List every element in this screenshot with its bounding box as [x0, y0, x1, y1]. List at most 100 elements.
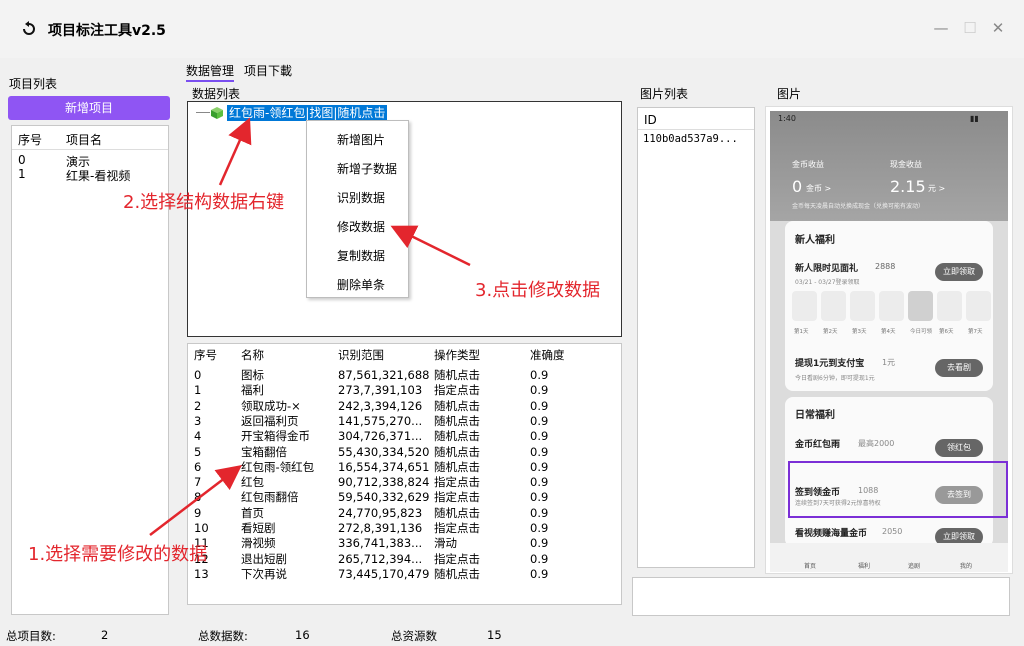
project-row-name[interactable]: 红果-看视频 [66, 167, 130, 184]
row-action[interactable]: 指定点击 [434, 475, 480, 490]
row-range[interactable]: 272,8,391,136 [338, 521, 422, 536]
row-range[interactable]: 55,430,334,520 [338, 445, 429, 460]
row-range[interactable]: 24,770,95,823 [338, 506, 422, 521]
row-index[interactable]: 3 [194, 414, 201, 429]
cash-label: 现金收益 [890, 160, 922, 169]
row-name[interactable]: 图标 [241, 368, 264, 383]
tab-data-management[interactable]: 数据管理 [186, 62, 235, 82]
row-index[interactable]: 8 [194, 490, 201, 505]
row-index[interactable]: 6 [194, 460, 201, 475]
row-accuracy[interactable]: 0.9 [530, 429, 548, 444]
row-accuracy[interactable]: 0.9 [530, 383, 548, 398]
row-action[interactable]: 随机点击 [434, 414, 480, 429]
column-header-id[interactable]: ID [644, 113, 657, 127]
row-range[interactable]: 16,554,374,651 [338, 460, 429, 475]
column-header-index[interactable]: 序号 [18, 131, 42, 148]
row-action[interactable]: 指定点击 [434, 552, 480, 567]
row-name[interactable]: 看短剧 [241, 521, 276, 536]
row-action[interactable]: 指定点击 [434, 490, 480, 505]
project-row-index[interactable]: 0 [18, 153, 26, 167]
row-action[interactable]: 指定点击 [434, 521, 480, 536]
column-header-name[interactable]: 名称 [241, 348, 264, 363]
row-action[interactable]: 滑动 [434, 536, 457, 551]
coin-label: 金币收益 [792, 160, 824, 169]
menu-item-add-image[interactable]: 新增图片 [337, 131, 385, 148]
row-name[interactable]: 滑视频 [241, 536, 276, 551]
phone-status-time: 1:40 [778, 114, 796, 123]
row-range[interactable]: 59,540,332,629 [338, 490, 429, 505]
row-action[interactable]: 随机点击 [434, 429, 480, 444]
row-index[interactable]: 1 [194, 383, 201, 398]
row-range[interactable]: 336,741,383... [338, 536, 422, 551]
row-action[interactable]: 随机点击 [434, 506, 480, 521]
row-index[interactable]: 0 [194, 368, 201, 383]
row-name[interactable]: 领取成功-× [241, 399, 301, 414]
project-row-index[interactable]: 1 [18, 167, 26, 181]
row-accuracy[interactable]: 0.9 [530, 521, 548, 536]
row-range[interactable]: 87,561,321,688 [338, 368, 429, 383]
row-index[interactable]: 13 [194, 567, 209, 582]
row-accuracy[interactable]: 0.9 [530, 460, 548, 475]
row-range[interactable]: 141,575,270... [338, 414, 422, 429]
column-header-index[interactable]: 序号 [194, 348, 217, 363]
tab-project-download[interactable]: 项目下載 [244, 62, 292, 79]
menu-item-copy-data[interactable]: 复制数据 [337, 247, 385, 264]
row-range[interactable]: 265,712,394... [338, 552, 422, 567]
menu-item-recognize-data[interactable]: 识别数据 [337, 189, 385, 206]
day-tile [821, 291, 846, 321]
image-list-item[interactable]: 110b0ad537a9... [643, 133, 738, 145]
row-accuracy[interactable]: 0.9 [530, 445, 548, 460]
row-accuracy[interactable]: 0.9 [530, 399, 548, 414]
row-name[interactable]: 开宝箱得金币 [241, 429, 310, 444]
row-name[interactable]: 红包 [241, 475, 264, 490]
row-accuracy[interactable]: 0.9 [530, 506, 548, 521]
column-header-accuracy[interactable]: 准确度 [530, 348, 565, 363]
row-action[interactable]: 指定点击 [434, 383, 480, 398]
column-header-project-name[interactable]: 项目名 [66, 131, 102, 148]
menu-item-add-child-data[interactable]: 新增子数据 [337, 160, 397, 177]
row-index[interactable]: 7 [194, 475, 201, 490]
close-button[interactable]: ✕ [990, 20, 1006, 36]
row-range[interactable]: 304,726,371... [338, 429, 422, 444]
column-header-action[interactable]: 操作类型 [434, 348, 480, 363]
column-header-range[interactable]: 识别范围 [338, 348, 384, 363]
row-name[interactable]: 退出短剧 [241, 552, 287, 567]
row-name[interactable]: 首页 [241, 506, 264, 521]
row-name[interactable]: 红包雨-领红包 [241, 460, 314, 475]
row-name[interactable]: 红包雨翻倍 [241, 490, 299, 505]
tree-node-selected[interactable]: 红包雨-领红包|找图|随机点击 [227, 105, 388, 121]
row-accuracy[interactable]: 0.9 [530, 368, 548, 383]
row-range[interactable]: 273,7,391,103 [338, 383, 422, 398]
row-action[interactable]: 随机点击 [434, 460, 480, 475]
row-range[interactable]: 242,3,394,126 [338, 399, 422, 414]
row-accuracy[interactable]: 0.9 [530, 536, 548, 551]
row-name[interactable]: 返回福利页 [241, 414, 299, 429]
row-range[interactable]: 73,445,170,479 [338, 567, 429, 582]
maximize-button[interactable]: ☐ [962, 20, 978, 36]
row-index[interactable]: 10 [194, 521, 209, 536]
row-name[interactable]: 宝箱翻倍 [241, 445, 287, 460]
row-index[interactable]: 5 [194, 445, 201, 460]
row-index[interactable]: 9 [194, 506, 201, 521]
data-table[interactable]: 序号 名称 识别范围 操作类型 准确度 0 图标 87,561,321,688 随机点… [187, 343, 622, 605]
row-name[interactable]: 福利 [241, 383, 264, 398]
row-index[interactable]: 2 [194, 399, 201, 414]
row-action[interactable]: 随机点击 [434, 368, 480, 383]
menu-item-edit-data[interactable]: 修改数据 [337, 218, 385, 235]
row-accuracy[interactable]: 0.9 [530, 567, 548, 582]
add-project-button[interactable]: 新增项目 [8, 96, 170, 120]
row-action[interactable]: 随机点击 [434, 399, 480, 414]
row-accuracy[interactable]: 0.9 [530, 414, 548, 429]
day-tile [850, 291, 875, 321]
image-list[interactable]: ID 110b0ad537a9... [637, 107, 755, 568]
row-action[interactable]: 随机点击 [434, 445, 480, 460]
row-range[interactable]: 90,712,338,824 [338, 475, 429, 490]
row-accuracy[interactable]: 0.9 [530, 490, 548, 505]
row-action[interactable]: 随机点击 [434, 567, 480, 582]
menu-item-delete-one[interactable]: 删除单条 [337, 276, 385, 293]
row-index[interactable]: 4 [194, 429, 201, 444]
minimize-button[interactable]: — [933, 20, 949, 36]
row-accuracy[interactable]: 0.9 [530, 475, 548, 490]
row-accuracy[interactable]: 0.9 [530, 552, 548, 567]
row-name[interactable]: 下次再说 [241, 567, 287, 582]
